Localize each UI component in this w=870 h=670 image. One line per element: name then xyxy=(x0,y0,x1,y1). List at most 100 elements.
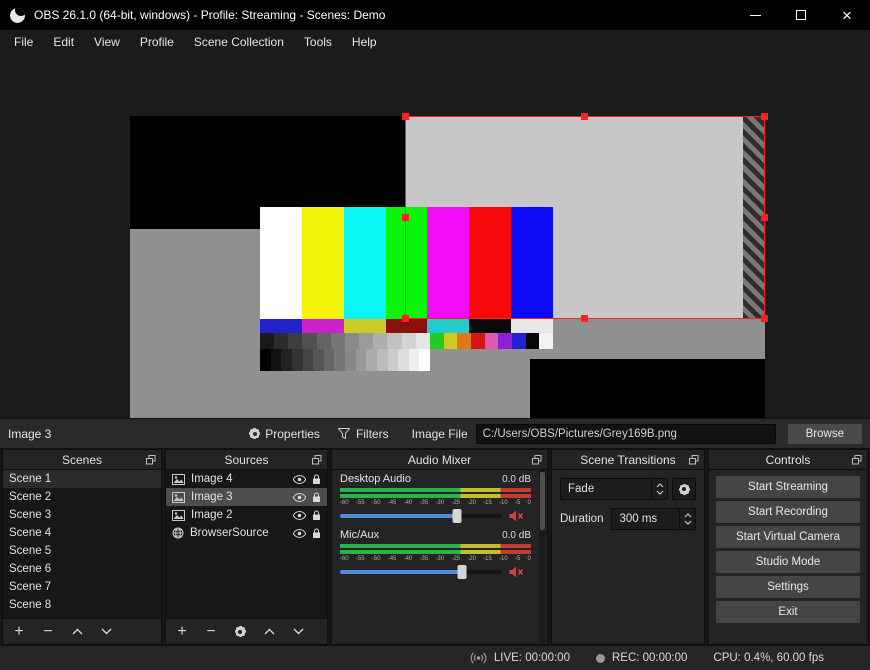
source-label: Image 2 xyxy=(191,509,233,521)
lock-icon[interactable] xyxy=(312,474,321,485)
mixer-scrollbar[interactable] xyxy=(539,470,546,643)
visibility-eye-icon[interactable] xyxy=(293,492,306,502)
lock-icon[interactable] xyxy=(312,492,321,503)
maximize-button[interactable] xyxy=(778,0,824,30)
menu-item-edit[interactable]: Edit xyxy=(43,30,84,54)
preview-background xyxy=(0,54,870,459)
scene-list-item[interactable]: Scene 8 xyxy=(3,596,161,614)
colorbar-segment xyxy=(470,333,485,349)
source-list-item[interactable]: BrowserSource xyxy=(166,524,327,542)
settings-button[interactable]: Settings xyxy=(716,576,860,598)
scene-move-up-button[interactable] xyxy=(69,624,85,640)
gear-icon xyxy=(235,627,245,636)
start-virtual-camera-button[interactable]: Start Virtual Camera xyxy=(716,526,860,548)
undock-icon[interactable] xyxy=(532,455,542,465)
start-recording-button[interactable]: Start Recording xyxy=(716,501,860,523)
start-streaming-button[interactable]: Start Streaming xyxy=(716,476,860,498)
scenes-panel-header[interactable]: Scenes xyxy=(3,450,161,470)
exit-button[interactable]: Exit xyxy=(716,601,860,623)
colorbar-segment xyxy=(344,333,360,349)
studio-mode-button[interactable]: Studio Mode xyxy=(716,551,860,573)
title-bar[interactable]: OBS 26.1.0 (64-bit, windows) - Profile: … xyxy=(0,0,870,30)
scene-transitions-panel: Scene Transitions Fade Duration 300 ms xyxy=(551,449,705,645)
transition-select[interactable]: Fade xyxy=(560,478,668,500)
close-button[interactable]: × xyxy=(824,0,870,30)
selection-handle[interactable] xyxy=(581,113,588,120)
scene-list-item[interactable]: Scene 2 xyxy=(3,488,161,506)
selection-handle[interactable] xyxy=(581,315,588,322)
scene-list-item[interactable]: Scene 7 xyxy=(3,578,161,596)
lock-icon[interactable] xyxy=(312,510,321,521)
colorbar-segment xyxy=(334,349,345,371)
scenes-panel: Scenes Scene 1 Scene 2 Scene 3 Scene 4 Scene… xyxy=(2,449,162,645)
combo-arrows[interactable] xyxy=(651,479,667,499)
controls-panel-header[interactable]: Controls xyxy=(709,450,867,470)
colorbar-segment xyxy=(427,319,470,333)
selection-handle[interactable] xyxy=(402,315,409,322)
menu-item-tools[interactable]: Tools xyxy=(294,30,342,54)
lock-icon[interactable] xyxy=(312,528,321,539)
visibility-eye-icon[interactable] xyxy=(293,474,306,484)
preview-canvas[interactable] xyxy=(130,113,768,459)
sources-panel-header[interactable]: Sources xyxy=(166,450,327,470)
transitions-panel-header[interactable]: Scene Transitions xyxy=(552,450,704,470)
scene-list-item[interactable]: Scene 6 xyxy=(3,560,161,578)
colorbar-segment xyxy=(401,333,416,349)
menu-item-view[interactable]: View xyxy=(84,30,130,54)
mute-speaker-icon[interactable] xyxy=(509,510,524,522)
undock-icon[interactable] xyxy=(312,455,322,465)
undock-icon[interactable] xyxy=(689,455,699,465)
source-properties-button[interactable] xyxy=(232,624,248,640)
volume-slider[interactable] xyxy=(340,565,502,579)
source-move-down-button[interactable] xyxy=(290,624,306,640)
browse-button[interactable]: Browse xyxy=(787,423,862,444)
colorbar-segment xyxy=(525,333,540,349)
filters-button[interactable]: Filters xyxy=(329,424,398,444)
spin-arrows[interactable] xyxy=(679,509,695,529)
scene-list-item[interactable]: Scene 5 xyxy=(3,542,161,560)
undock-icon[interactable] xyxy=(852,455,862,465)
volume-slider[interactable] xyxy=(340,509,502,523)
remove-scene-button[interactable]: − xyxy=(40,623,56,640)
mixer-panel-header[interactable]: Audio Mixer xyxy=(332,450,547,470)
selection-handle[interactable] xyxy=(402,113,409,120)
source-label: Image 3 xyxy=(191,491,233,503)
selection-handle[interactable] xyxy=(761,213,768,221)
undock-icon[interactable] xyxy=(146,455,156,465)
visibility-eye-icon[interactable] xyxy=(293,510,306,520)
mixer-db-value: 0.0 dB xyxy=(502,474,531,485)
add-source-button[interactable]: + xyxy=(174,623,190,640)
colorbar-segment xyxy=(288,333,303,349)
menu-item-file[interactable]: File xyxy=(4,30,43,54)
scene-move-down-button[interactable] xyxy=(98,624,114,640)
scene-list-item[interactable]: Scene 4 xyxy=(3,524,161,542)
visibility-eye-icon[interactable] xyxy=(293,528,306,538)
minimize-button[interactable] xyxy=(732,0,778,30)
menu-item-profile[interactable]: Profile xyxy=(130,30,184,54)
properties-button[interactable]: Properties xyxy=(241,424,329,444)
transition-properties-button[interactable] xyxy=(672,478,696,500)
colorbar-segment xyxy=(511,333,526,349)
scene-list-item[interactable]: Scene 3 xyxy=(3,506,161,524)
source-move-up-button[interactable] xyxy=(261,624,277,640)
source-list-item[interactable]: Image 4 xyxy=(166,470,327,488)
image-file-input[interactable] xyxy=(475,423,776,444)
menu-item-help[interactable]: Help xyxy=(342,30,387,54)
selection-handle[interactable] xyxy=(761,315,768,322)
selection-bounding-box[interactable] xyxy=(402,113,768,322)
scene-list-item[interactable]: Scene 1 xyxy=(3,470,161,488)
menu-item-scene-collection[interactable]: Scene Collection xyxy=(184,30,294,54)
live-broadcast-icon xyxy=(470,652,487,664)
source-list-item[interactable]: Image 2 xyxy=(166,506,327,524)
mixer-channel-name: Mic/Aux xyxy=(340,529,380,541)
scrollbar-thumb[interactable] xyxy=(540,472,545,530)
selection-handle[interactable] xyxy=(761,113,768,120)
selection-handle[interactable] xyxy=(402,213,409,221)
duration-spinbox[interactable]: 300 ms xyxy=(611,508,696,530)
add-scene-button[interactable]: + xyxy=(11,623,27,640)
browser-source-icon xyxy=(172,527,184,539)
source-list-item[interactable]: Image 3 xyxy=(166,488,327,506)
mute-speaker-icon[interactable] xyxy=(509,566,524,578)
audio-meter xyxy=(340,550,531,554)
remove-source-button[interactable]: − xyxy=(203,623,219,640)
